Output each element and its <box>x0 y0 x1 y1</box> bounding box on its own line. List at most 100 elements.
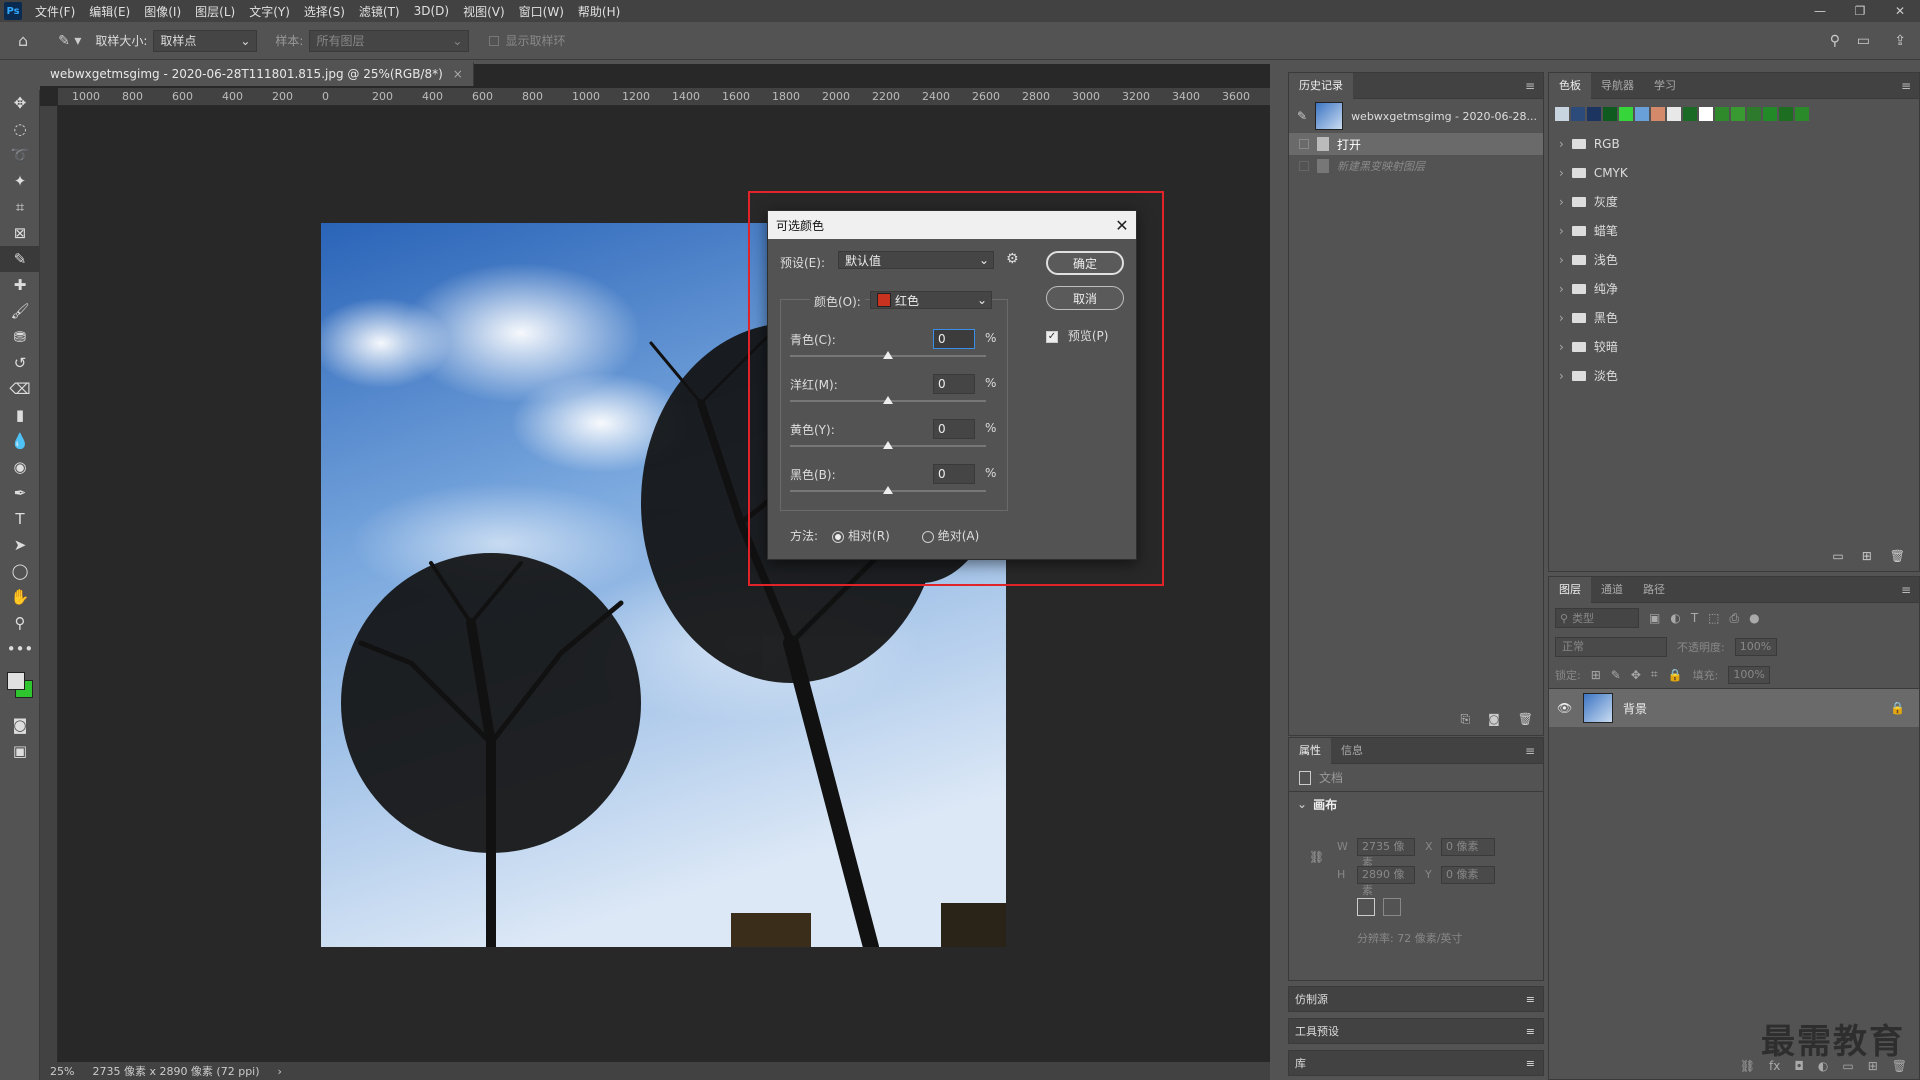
swatch-group-item[interactable]: › 较暗 <box>1549 332 1919 361</box>
tab-info[interactable]: 信息 <box>1331 738 1373 764</box>
history-brush-tool-icon[interactable]: ↺ <box>0 350 40 376</box>
clone-source-panel[interactable]: 仿制源 ≡ <box>1288 986 1544 1012</box>
tab-paths[interactable]: 路径 <box>1633 577 1675 603</box>
magic-wand-tool-icon[interactable]: ✦ <box>0 168 40 194</box>
zoom-tool-icon[interactable]: ⚲ <box>0 610 40 636</box>
cyan-slider-thumb[interactable] <box>883 351 893 359</box>
menu-help[interactable]: 帮助(H) <box>571 3 627 20</box>
path-selection-tool-icon[interactable]: ➤ <box>0 532 40 558</box>
tab-layers[interactable]: 图层 <box>1549 576 1591 603</box>
close-window-icon[interactable]: ✕ <box>1880 0 1920 22</box>
canvas-x-field[interactable]: 0 像素 <box>1441 838 1495 856</box>
frame-tool-icon[interactable]: ⊠ <box>0 220 40 246</box>
menu-layer[interactable]: 图层(L) <box>188 3 242 20</box>
healing-brush-tool-icon[interactable]: ✚ <box>0 272 40 298</box>
history-snapshot[interactable]: ✎ webwxgetmsgimg - 2020-06-28... <box>1289 99 1543 133</box>
pen-tool-icon[interactable]: ✒ <box>0 480 40 506</box>
blur-tool-icon[interactable]: 💧 <box>0 428 40 454</box>
yellow-slider-thumb[interactable] <box>883 441 893 449</box>
chevron-right-icon[interactable]: › <box>1559 311 1564 325</box>
lock-image-icon[interactable]: ✎ <box>1611 668 1621 682</box>
preset-settings-gear-icon[interactable]: ⚙ <box>1006 251 1019 267</box>
menu-3d[interactable]: 3D(D) <box>407 4 456 18</box>
camera-icon[interactable]: ◙ <box>1488 712 1500 727</box>
tab-learn[interactable]: 学习 <box>1644 73 1686 99</box>
canvas-y-field[interactable]: 0 像素 <box>1441 866 1495 884</box>
layer-background[interactable]: 👁 背景 🔒 <box>1549 689 1919 727</box>
minimize-icon[interactable]: — <box>1800 0 1840 22</box>
swatch-color[interactable] <box>1571 107 1585 121</box>
swatch-color[interactable] <box>1587 107 1601 121</box>
landscape-orientation-icon[interactable] <box>1383 898 1401 916</box>
clone-stamp-tool-icon[interactable]: ⛃ <box>0 324 40 350</box>
lock-all-icon[interactable]: 🔒 <box>1668 668 1683 682</box>
marquee-tool-icon[interactable]: ◌ <box>0 116 40 142</box>
show-ring-checkbox[interactable] <box>489 35 500 46</box>
lock-transparent-icon[interactable]: ⊞ <box>1591 668 1601 682</box>
type-layer-filter-icon[interactable]: T <box>1691 611 1698 625</box>
chevron-right-icon[interactable]: › <box>1559 224 1564 238</box>
swatch-color[interactable] <box>1603 107 1617 121</box>
lock-position-icon[interactable]: ✥ <box>1631 668 1641 682</box>
dialog-title-bar[interactable]: 可选颜色 ✕ <box>768 211 1136 239</box>
colors-select[interactable]: 红色 ⌄ <box>870 291 992 309</box>
swatch-group-item[interactable]: › 浅色 <box>1549 245 1919 274</box>
swatch-color[interactable] <box>1715 107 1729 121</box>
sample-size-select[interactable]: 取样点 ⌄ <box>153 29 258 52</box>
panel-menu-icon[interactable]: ≡ <box>1525 79 1535 93</box>
history-brush-source-icon[interactable]: ✎ <box>1297 109 1307 123</box>
new-swatch-icon[interactable]: ⊞ <box>1862 549 1872 563</box>
chevron-right-icon[interactable]: › <box>1559 282 1564 296</box>
panel-menu-icon[interactable]: ≡ <box>1525 744 1535 758</box>
chevron-right-icon[interactable]: › <box>1559 369 1564 383</box>
menu-view[interactable]: 视图(V) <box>456 3 512 20</box>
type-tool-icon[interactable]: T <box>0 506 40 532</box>
swatch-group-item[interactable]: › RGB <box>1549 129 1919 158</box>
hand-tool-icon[interactable]: ✋ <box>0 584 40 610</box>
portrait-orientation-icon[interactable] <box>1357 898 1375 916</box>
ellipse-tool-icon[interactable]: ◯ <box>0 558 40 584</box>
swatch-color[interactable] <box>1731 107 1745 121</box>
swatch-color[interactable] <box>1795 107 1809 121</box>
menu-file[interactable]: 文件(F) <box>28 3 82 20</box>
panel-menu-icon[interactable]: ≡ <box>1901 79 1911 93</box>
libraries-panel[interactable]: 库 ≡ <box>1288 1050 1544 1076</box>
cyan-input[interactable]: 0 <box>933 329 975 349</box>
yellow-input[interactable]: 0 <box>933 419 975 439</box>
share-icon[interactable]: ⇪ <box>1894 33 1906 49</box>
cancel-button[interactable]: 取消 <box>1046 286 1124 310</box>
swatch-color[interactable] <box>1555 107 1569 121</box>
color-swatches[interactable] <box>0 662 40 712</box>
black-slider-thumb[interactable] <box>883 486 893 494</box>
method-absolute-radio[interactable]: 绝对(A) <box>921 527 979 544</box>
pixel-layer-filter-icon[interactable]: ▣ <box>1649 611 1660 625</box>
fill-field[interactable]: 100% <box>1728 665 1771 684</box>
chevron-right-icon[interactable]: › <box>1559 195 1564 209</box>
blend-mode-select[interactable]: 正常 <box>1555 637 1667 657</box>
document-tab[interactable]: webwxgetmsgimg - 2020-06-28T111801.815.j… <box>40 62 474 86</box>
eraser-tool-icon[interactable]: ⌫ <box>0 376 40 402</box>
chevron-right-icon[interactable]: › <box>278 1065 282 1078</box>
magenta-input[interactable]: 0 <box>933 374 975 394</box>
tab-swatches[interactable]: 色板 <box>1549 72 1591 99</box>
sample-select[interactable]: 所有图层 ⌄ <box>309 29 470 52</box>
black-input[interactable]: 0 <box>933 464 975 484</box>
history-brush-toggle[interactable] <box>1299 139 1309 149</box>
menu-select[interactable]: 选择(S) <box>297 3 352 20</box>
method-relative-radio[interactable]: 相对(R) <box>832 527 890 544</box>
eye-icon[interactable]: 👁 <box>1557 701 1573 715</box>
tab-properties[interactable]: 属性 <box>1289 737 1331 764</box>
move-tool-icon[interactable]: ✥ <box>0 90 40 116</box>
swatch-color[interactable] <box>1699 107 1713 121</box>
gradient-tool-icon[interactable]: ▮ <box>0 402 40 428</box>
menu-image[interactable]: 图像(I) <box>137 3 188 20</box>
crop-tool-icon[interactable]: ⌗ <box>0 194 40 220</box>
link-icon[interactable]: ⛓ <box>1309 850 1324 864</box>
restore-icon[interactable]: ❐ <box>1840 0 1880 22</box>
eyedropper-tool-preset-icon[interactable]: ✎ ▾ <box>58 33 81 49</box>
swatch-color[interactable] <box>1667 107 1681 121</box>
panel-menu-icon[interactable]: ≡ <box>1526 993 1535 1006</box>
smart-object-filter-icon[interactable]: ⎙ <box>1730 611 1740 626</box>
chevron-right-icon[interactable]: › <box>1559 137 1564 151</box>
preview-toggle[interactable]: ✓ 预览(P) <box>1046 327 1108 344</box>
